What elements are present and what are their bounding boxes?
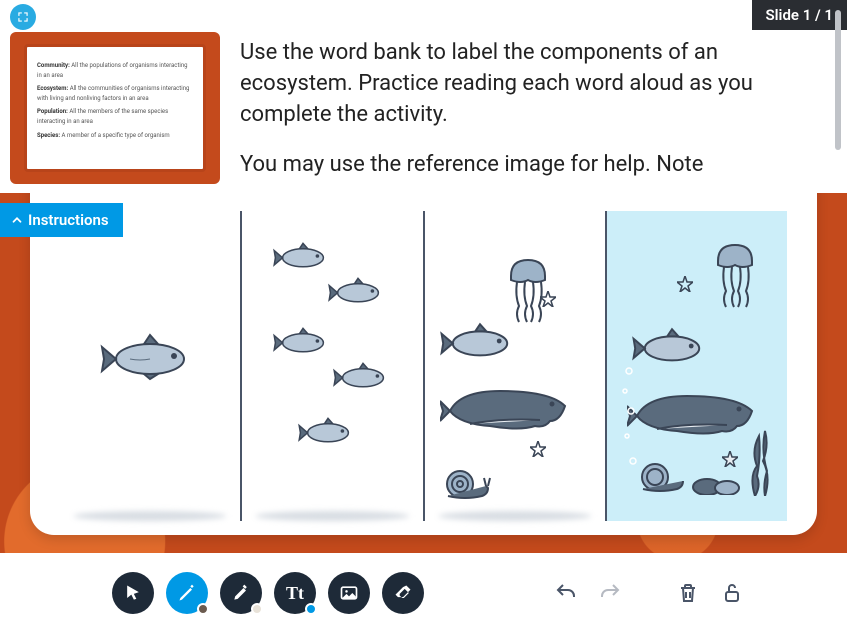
tool-group-main: Tt — [112, 572, 424, 614]
snail-icon — [635, 459, 689, 495]
star-icon — [722, 451, 738, 467]
trash-icon — [676, 581, 700, 605]
highlighter-icon — [231, 583, 251, 603]
panel-species — [60, 211, 240, 521]
delete-button[interactable] — [673, 578, 703, 608]
whale-icon — [627, 381, 757, 441]
undo-icon — [554, 581, 578, 605]
pen-tool[interactable] — [166, 572, 208, 614]
lock-button[interactable] — [717, 578, 747, 608]
slide-counter: Slide 1 / 1 — [752, 0, 847, 30]
instructions-toggle[interactable]: Instructions — [0, 203, 123, 237]
image-tool[interactable] — [328, 572, 370, 614]
reference-thumbnail[interactable]: Community: All the populations of organi… — [10, 32, 220, 184]
slide-canvas[interactable]: Instructions — [0, 193, 847, 553]
fish-icon — [100, 331, 200, 381]
fish-icon — [440, 321, 520, 361]
fish-icon — [297, 416, 359, 446]
activity-card — [30, 193, 817, 535]
fish-icon — [272, 241, 334, 271]
seaweed-icon — [747, 426, 777, 496]
unlock-icon — [720, 581, 744, 605]
jellyfish-icon — [712, 241, 758, 311]
scrollbar[interactable] — [835, 10, 841, 180]
shadow — [74, 511, 227, 521]
panel-ecosystem — [605, 211, 787, 521]
star-icon — [677, 276, 693, 292]
color-dot — [197, 603, 209, 615]
chevron-up-icon — [10, 213, 24, 227]
instructions-para-2: You may use the reference image for help… — [240, 150, 797, 181]
eraser-icon — [393, 583, 413, 603]
pointer-tool[interactable] — [112, 572, 154, 614]
pointer-icon — [123, 583, 143, 603]
undo-button[interactable] — [551, 578, 581, 608]
text-icon: Tt — [286, 583, 304, 604]
rock-icon — [692, 469, 742, 495]
bubbles-icon — [619, 361, 639, 481]
tool-group-right — [551, 578, 747, 608]
color-dot — [251, 603, 263, 615]
instructions-text: Use the word bank to label the component… — [240, 8, 837, 183]
panel-community — [423, 211, 605, 521]
eraser-tool[interactable] — [382, 572, 424, 614]
scrollbar-thumb[interactable] — [835, 10, 841, 150]
redo-icon — [598, 581, 622, 605]
ecosystem-panels — [60, 211, 787, 521]
word-bank-card: Community: All the populations of organi… — [24, 44, 206, 172]
instructions-para-1: Use the word bank to label the component… — [240, 38, 797, 130]
instructions-toggle-label: Instructions — [28, 211, 109, 229]
shadow — [438, 511, 591, 521]
color-dot — [305, 603, 317, 615]
expand-button[interactable] — [10, 4, 36, 30]
fish-icon — [327, 276, 389, 306]
shadow — [256, 511, 409, 521]
fish-icon — [632, 326, 712, 366]
highlighter-tool[interactable] — [220, 572, 262, 614]
panel-population — [240, 211, 422, 521]
pen-icon — [177, 583, 197, 603]
redo-button[interactable] — [595, 578, 625, 608]
toolbar: Tt — [0, 553, 847, 633]
image-icon — [339, 583, 359, 603]
instructions-panel: Community: All the populations of organi… — [0, 0, 847, 193]
star-icon — [530, 441, 546, 457]
snail-icon — [440, 466, 494, 502]
star-icon — [540, 291, 556, 307]
fish-icon — [332, 361, 394, 391]
text-tool[interactable]: Tt — [274, 572, 316, 614]
fish-icon — [272, 326, 334, 356]
expand-icon — [16, 10, 30, 24]
whale-icon — [440, 376, 570, 436]
